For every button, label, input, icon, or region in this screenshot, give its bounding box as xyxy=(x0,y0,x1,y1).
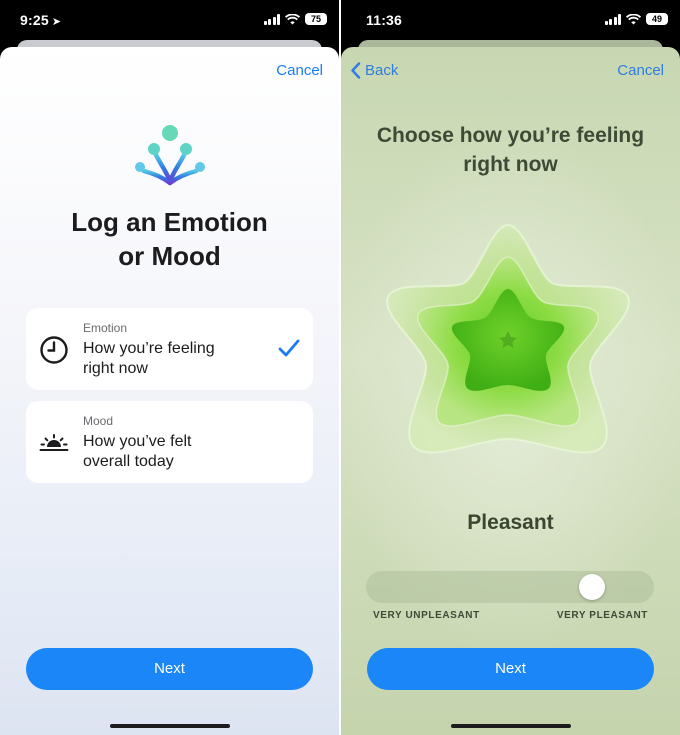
phone-screen-left: 9:25 ➤ 75 Cancel Log an Emotion or Mood … xyxy=(0,0,339,735)
status-bar: 11:36 49 xyxy=(341,0,680,40)
status-icons: 75 xyxy=(263,13,327,25)
clock-icon xyxy=(40,336,68,364)
chevron-left-icon xyxy=(351,62,361,79)
page-title: Choose how you’re feeling right now xyxy=(376,124,645,176)
next-button[interactable]: Next xyxy=(367,648,654,690)
phone-screen-right: 11:36 49 Back Cancel Choose how you’re f… xyxy=(341,0,680,735)
slider-min-label: VERY UNPLEASANT xyxy=(373,610,480,621)
mood-option[interactable]: Mood How you’ve felt overall today xyxy=(26,401,313,483)
home-indicator[interactable] xyxy=(109,724,230,728)
option-description: How you’ve felt overall today xyxy=(83,433,192,470)
option-label: Mood xyxy=(83,414,114,428)
home-indicator[interactable] xyxy=(450,724,571,728)
cancel-button[interactable]: Cancel xyxy=(276,62,323,79)
signal-icon xyxy=(263,13,280,25)
status-time: 11:36 xyxy=(366,12,403,28)
valence-label: Pleasant xyxy=(467,511,554,534)
slider-max-label: VERY PLEASANT xyxy=(556,610,648,621)
location-arrow-icon: ➤ xyxy=(51,16,62,28)
next-button[interactable]: Next xyxy=(26,648,313,690)
signal-icon xyxy=(604,13,621,25)
mood-flower-graphic xyxy=(386,223,630,454)
option-description: How you’re feeling right now xyxy=(83,340,215,377)
valence-slider[interactable] xyxy=(366,571,654,603)
battery-icon: 49 xyxy=(646,13,668,25)
wifi-icon xyxy=(285,13,300,24)
checkmark-icon xyxy=(278,339,300,357)
back-button[interactable]: Back xyxy=(350,62,398,79)
status-time: 9:25 ➤ xyxy=(20,12,62,28)
log-sheet: Cancel Log an Emotion or Mood Emotion Ho… xyxy=(0,47,339,735)
wifi-icon xyxy=(626,13,641,24)
slider-thumb[interactable] xyxy=(578,574,605,600)
cancel-button[interactable]: Cancel xyxy=(617,62,664,79)
page-title: Log an Emotion or Mood xyxy=(71,207,268,271)
emotion-option[interactable]: Emotion How you’re feeling right now xyxy=(26,308,313,390)
status-bar: 9:25 ➤ 75 xyxy=(0,0,339,40)
battery-icon: 75 xyxy=(305,13,327,25)
status-icons: 49 xyxy=(604,13,668,25)
state-of-mind-icon xyxy=(135,125,205,188)
sunset-icon xyxy=(39,434,69,451)
emotion-picker-sheet: Back Cancel Choose how you’re feeling ri… xyxy=(341,47,680,735)
option-label: Emotion xyxy=(83,321,128,335)
